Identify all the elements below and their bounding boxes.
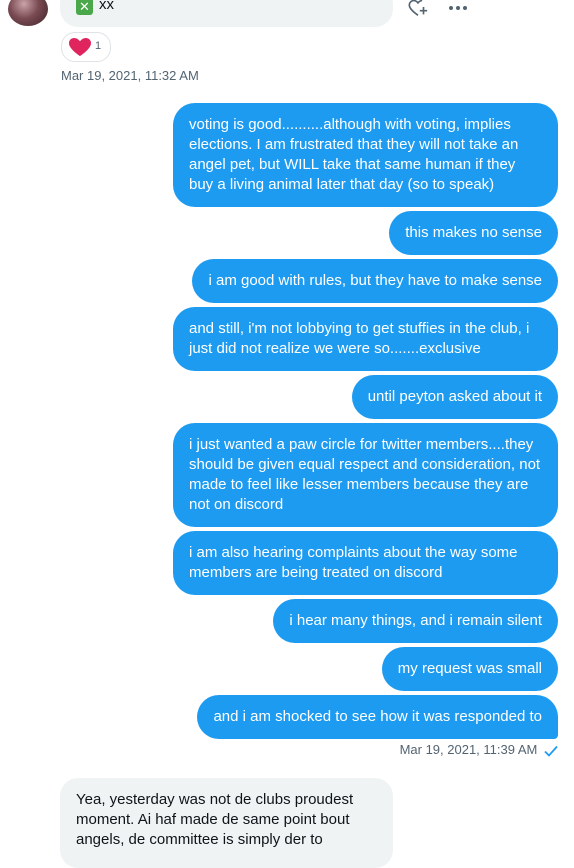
message-text: xx <box>99 0 114 13</box>
sent-message-bubble[interactable]: i hear many things, and i remain silent <box>273 599 558 643</box>
message-timestamp: Mar 19, 2021, 11:32 AM <box>61 68 199 83</box>
read-check-icon <box>544 745 558 757</box>
sent-message-bubble[interactable]: my request was small <box>381 647 558 691</box>
message-timestamp: Mar 19, 2021, 11:39 AM <box>399 742 538 757</box>
sent-timestamp-row: Mar 19, 2021, 11:39 AM <box>400 742 558 757</box>
sent-message-bubble[interactable]: i am also hearing complaints about the w… <box>173 531 558 595</box>
sent-message-bubble[interactable]: voting is good..........although with vo… <box>173 103 558 207</box>
cross-mark-box-icon: ✕ <box>76 0 93 15</box>
sent-message-bubble[interactable]: i am good with rules, but they have to m… <box>192 259 558 303</box>
sent-message-bubble[interactable]: this makes no sense <box>389 211 558 255</box>
more-options-icon[interactable] <box>447 0 469 16</box>
heart-icon <box>69 38 91 56</box>
avatar[interactable] <box>8 0 48 26</box>
sent-message-bubble[interactable]: and still, i'm not lobbying to get stuff… <box>173 307 558 371</box>
reaction-badge[interactable]: 1 <box>61 32 111 62</box>
reaction-count: 1 <box>95 40 102 52</box>
sent-message-bubble[interactable]: i just wanted a paw circle for twitter m… <box>173 423 558 527</box>
add-reaction-icon[interactable] <box>407 0 429 18</box>
received-message-bubble[interactable]: Yea, yesterday was not de clubs proudest… <box>60 778 393 868</box>
sent-message-bubble[interactable]: until peyton asked about it <box>351 375 558 419</box>
sent-message-bubble[interactable]: and i am shocked to see how it was respo… <box>197 695 558 739</box>
received-message-bubble[interactable]: ✕ xx <box>60 0 393 27</box>
